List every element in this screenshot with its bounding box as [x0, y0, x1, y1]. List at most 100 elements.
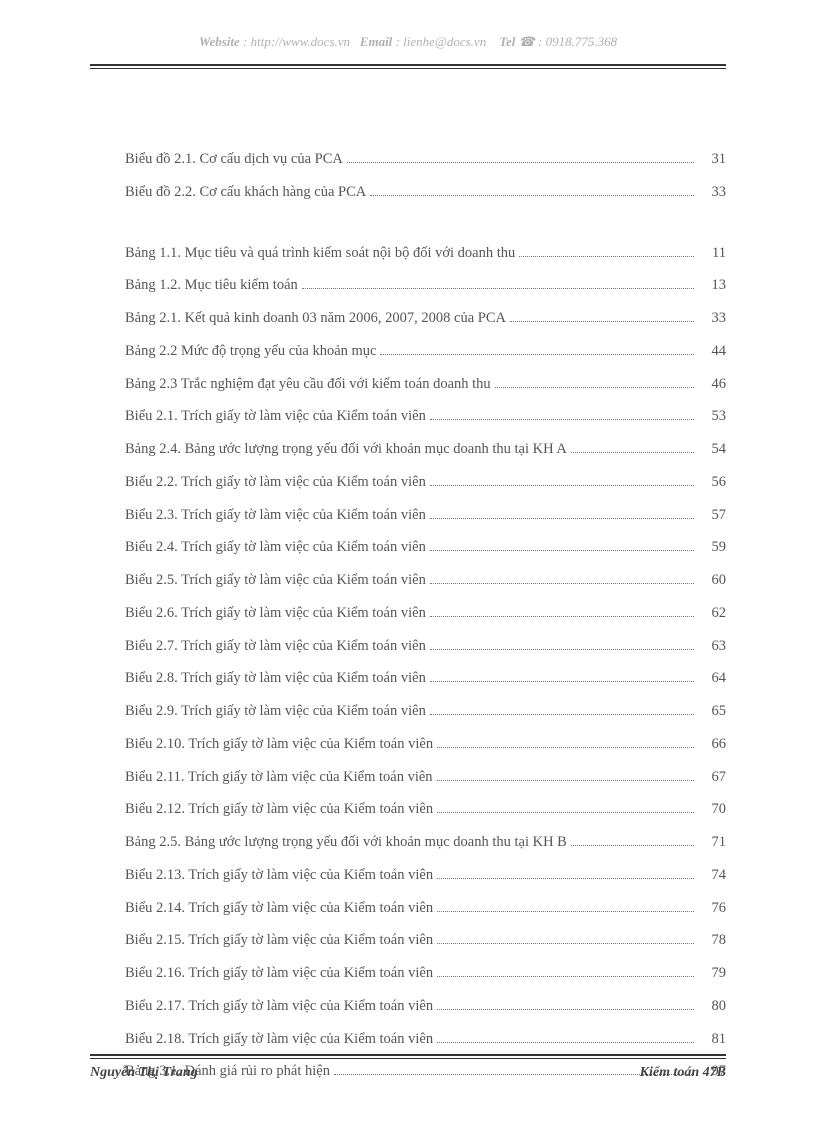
toc-entry-page: 62 — [698, 603, 726, 625]
toc-entry: Biểu 2.14. Trích giấy tờ làm việc của Ki… — [125, 898, 726, 920]
toc-entry: Biểu 2.5. Trích giấy tờ làm việc của Kiể… — [125, 570, 726, 592]
toc-entry-text: Biểu 2.1. Trích giấy tờ làm việc của Kiể… — [125, 406, 426, 428]
toc-entry-text: Bảng 1.1. Mục tiêu và quá trình kiểm soá… — [125, 243, 515, 265]
toc-leader-dots — [430, 714, 694, 715]
toc-entry-text: Bảng 2.1. Kết quả kinh doanh 03 năm 2006… — [125, 308, 506, 330]
toc-entry: Biểu 2.8. Trích giấy tờ làm việc của Kiể… — [125, 668, 726, 690]
toc-entry: Biểu đồ 2.2. Cơ cấu khách hàng của PCA33 — [125, 182, 726, 204]
toc-leader-dots — [437, 976, 694, 977]
toc-entry: Bảng 2.2 Mức độ trọng yếu của khoản mục4… — [125, 341, 726, 363]
toc-entry-text: Biểu 2.7. Trích giấy tờ làm việc của Kiể… — [125, 636, 426, 658]
toc-entry: Biểu 2.6. Trích giấy tờ làm việc của Kiể… — [125, 603, 726, 625]
toc-entry-text: Biểu 2.10. Trích giấy tờ làm việc của Ki… — [125, 734, 433, 756]
footer-divider — [90, 1054, 726, 1059]
toc-leader-dots — [380, 354, 694, 355]
toc-entry-text: Biểu 2.14. Trích giấy tờ làm việc của Ki… — [125, 898, 433, 920]
toc-entry: Bảng 2.4. Bảng ước lượng trọng yếu đối v… — [125, 439, 726, 461]
toc-leader-dots — [430, 681, 694, 682]
toc-entry: Biểu 2.7. Trích giấy tờ làm việc của Kiể… — [125, 636, 726, 658]
toc-leader-dots — [437, 812, 694, 813]
toc-entry: Biểu 2.12. Trích giấy tờ làm việc của Ki… — [125, 799, 726, 821]
toc-entry: Biểu 2.16. Trích giấy tờ làm việc của Ki… — [125, 963, 726, 985]
toc-entry-page: 33 — [698, 182, 726, 204]
toc-entry-page: 33 — [698, 308, 726, 330]
toc-content: Biểu đồ 2.1. Cơ cấu dịch vụ của PCA 31 Biể… — [0, 69, 816, 1124]
page-footer: Nguyễn Thị Trang Kiểm toán 47B — [90, 1054, 726, 1081]
toc-entry: Biểu 2.18. Trích giấy tờ làm việc của Ki… — [125, 1029, 726, 1051]
toc-entry-page: 57 — [698, 505, 726, 527]
toc-entry-text: Biểu 2.6. Trích giấy tờ làm việc của Kiể… — [125, 603, 426, 625]
toc-entry: Biểu 2.11. Trích giấy tờ làm việc của Ki… — [125, 767, 726, 789]
toc-entry-text: Biểu 2.4. Trích giấy tờ làm việc của Kiể… — [125, 537, 426, 559]
toc-entry-text: Biểu 2.11. Trích giấy tờ làm việc của Ki… — [125, 767, 433, 789]
toc-leader-dots — [437, 747, 694, 748]
toc-leader-dots — [571, 845, 694, 846]
toc-leader-dots — [437, 943, 694, 944]
toc-entry: Biểu 2.1. Trích giấy tờ làm việc của Kiể… — [125, 406, 726, 428]
toc-entry-text: Bảng 1.2. Mục tiêu kiểm toán — [125, 275, 298, 297]
toc-entry-text: Biểu 2.15. Trích giấy tờ làm việc của Ki… — [125, 930, 433, 952]
toc-entry: Biểu 2.13. Trích giấy tờ làm việc của Ki… — [125, 865, 726, 887]
toc-entry-page: 13 — [698, 275, 726, 297]
toc-entry-page: 56 — [698, 472, 726, 494]
toc-entry-page: 66 — [698, 734, 726, 756]
email-value: : lienhe@docs.vn — [396, 34, 487, 49]
toc-entry-text: Biểu 2.18. Trích giấy tờ làm việc của Ki… — [125, 1029, 433, 1051]
toc-entry-page: 54 — [698, 439, 726, 461]
toc-leader-dots — [437, 1009, 694, 1010]
toc-entry-text: Biểu 2.5. Trích giấy tờ làm việc của Kiể… — [125, 570, 426, 592]
toc-leader-dots — [430, 485, 694, 486]
toc-entry-page: 81 — [698, 1029, 726, 1051]
toc-leader-dots — [430, 550, 694, 551]
phone-icon: ☎ — [519, 34, 535, 49]
toc-entry-page: 31 — [698, 149, 726, 171]
toc-entry-page: 78 — [698, 930, 726, 952]
toc-leader-dots — [437, 780, 694, 781]
footer-class: Kiểm toán 47B — [640, 1065, 726, 1081]
toc-entry-text: Bảng 2.5. Bảng ước lượng trọng yếu đối v… — [125, 832, 567, 854]
toc-leader-dots — [430, 419, 694, 420]
toc-entry-page: 76 — [698, 898, 726, 920]
toc-entry-text: Biểu đồ 2.1. Cơ cấu dịch vụ của PCA — [125, 149, 343, 171]
toc-entry: Biểu 2.9. Trích giấy tờ làm việc của Kiể… — [125, 701, 726, 723]
toc-entry: Bảng 2.3 Trắc nghiệm đạt yêu cầu đối với… — [125, 374, 726, 396]
toc-entry: Biểu 2.15. Trích giấy tờ làm việc của Ki… — [125, 930, 726, 952]
toc-entry-text: Bảng 2.2 Mức độ trọng yếu của khoản mục — [125, 341, 376, 363]
toc-entry-text: Bảng 2.3 Trắc nghiệm đạt yêu cầu đối với… — [125, 374, 491, 396]
toc-entry-text: Biểu 2.2. Trích giấy tờ làm việc của Kiể… — [125, 472, 426, 494]
toc-leader-dots — [430, 583, 694, 584]
toc-entry-page: 59 — [698, 537, 726, 559]
toc-leader-dots — [302, 288, 694, 289]
toc-leader-dots — [510, 321, 694, 322]
toc-entry: Biểu 2.2. Trích giấy tờ làm việc của Kiể… — [125, 472, 726, 494]
toc-entry-page: 60 — [698, 570, 726, 592]
toc-leader-dots — [430, 616, 694, 617]
toc-leader-dots — [519, 256, 694, 257]
toc-leader-dots — [430, 518, 694, 519]
toc-entry-page: 46 — [698, 374, 726, 396]
toc-entry-page: 53 — [698, 406, 726, 428]
toc-entry-page: 65 — [698, 701, 726, 723]
toc-entry: Bảng 2.1. Kết quả kinh doanh 03 năm 2006… — [125, 308, 726, 330]
toc-entry-text: Biểu 2.17. Trích giấy tờ làm việc của Ki… — [125, 996, 433, 1018]
toc-leader-dots — [370, 195, 694, 196]
toc-entry-text: Biểu 2.8. Trích giấy tờ làm việc của Kiể… — [125, 668, 426, 690]
toc-entry: Biểu 2.17. Trích giấy tờ làm việc của Ki… — [125, 996, 726, 1018]
toc-entry-text: Biểu 2.9. Trích giấy tờ làm việc của Kiể… — [125, 701, 426, 723]
toc-entry-page: 70 — [698, 799, 726, 821]
toc-entry-page: 63 — [698, 636, 726, 658]
toc-entry-page: 71 — [698, 832, 726, 854]
toc-entry-page: 11 — [698, 243, 726, 265]
toc-leader-dots — [437, 1042, 694, 1043]
toc-leader-dots — [437, 911, 694, 912]
footer-author: Nguyễn Thị Trang — [90, 1065, 198, 1081]
email-label: Email — [360, 34, 393, 49]
toc-entry: Biểu 2.10. Trích giấy tờ làm việc của Ki… — [125, 734, 726, 756]
toc-entry-text: Biểu 2.13. Trích giấy tờ làm việc của Ki… — [125, 865, 433, 887]
toc-entry: Biểu 2.3. Trích giấy tờ làm việc của Kiể… — [125, 505, 726, 527]
toc-entry-text: Biểu 2.3. Trích giấy tờ làm việc của Kiể… — [125, 505, 426, 527]
toc-leader-dots — [437, 878, 694, 879]
toc-entry-text: Biểu 2.16. Trích giấy tờ làm việc của Ki… — [125, 963, 433, 985]
toc-entry-text: Biểu 2.12. Trích giấy tờ làm việc của Ki… — [125, 799, 433, 821]
toc-entry: Bảng 1.1. Mục tiêu và quá trình kiểm soá… — [125, 243, 726, 265]
